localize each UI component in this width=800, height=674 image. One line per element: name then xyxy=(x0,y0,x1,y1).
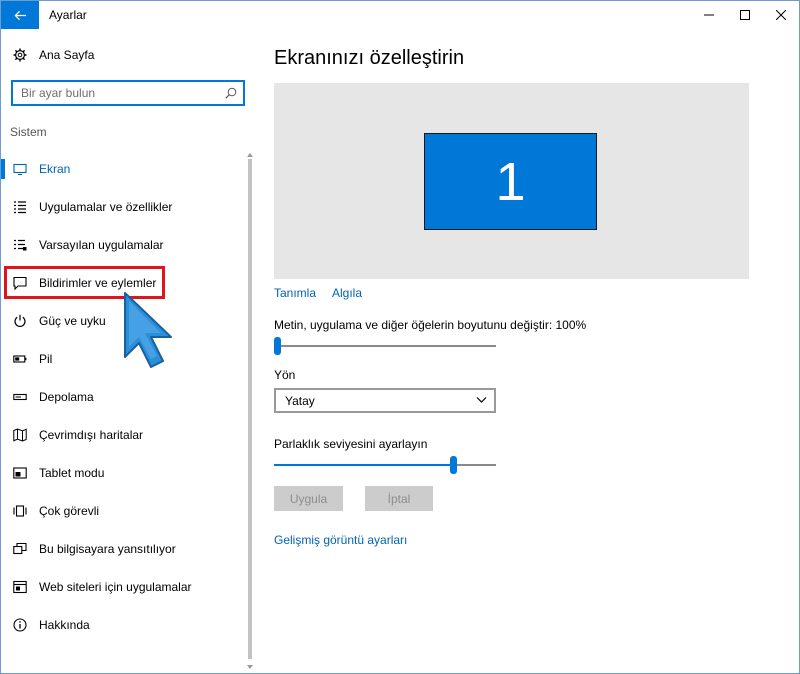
sidebar-item-label: Depolama xyxy=(39,390,94,404)
list-icon xyxy=(13,200,27,214)
title-bar: Ayarlar xyxy=(1,1,799,29)
main-content: Ekranınızı özelleştirin 1 Tanımla Algıla… xyxy=(257,29,799,673)
maximize-button[interactable] xyxy=(727,1,763,29)
search-box[interactable] xyxy=(11,80,245,106)
minimize-button[interactable] xyxy=(691,1,727,29)
back-arrow-icon xyxy=(13,10,26,20)
advanced-display-link[interactable]: Gelişmiş görüntü ayarları xyxy=(274,533,407,547)
orientation-label: Yön xyxy=(274,368,296,382)
orientation-value: Yatay xyxy=(285,394,315,408)
chevron-down-icon xyxy=(476,397,487,403)
tablet-icon xyxy=(13,466,27,480)
battery-icon xyxy=(13,352,27,366)
sidebar-item-apps[interactable]: Uygulamalar ve özellikler xyxy=(1,188,245,226)
cancel-button-label: İptal xyxy=(387,491,411,506)
web-apps-icon xyxy=(13,580,27,594)
map-icon xyxy=(13,428,27,442)
sidebar-item-label: Çevrimdışı haritalar xyxy=(39,428,144,442)
info-icon xyxy=(13,618,27,632)
scroll-up-icon[interactable] xyxy=(246,151,254,159)
sidebar-item-label: Çok görevli xyxy=(39,504,100,518)
sidebar-item-label: Pil xyxy=(39,352,53,366)
close-icon xyxy=(776,10,786,20)
search-input[interactable] xyxy=(21,85,221,101)
sidebar-item-storage[interactable]: Depolama xyxy=(1,378,245,416)
detect-link[interactable]: Algıla xyxy=(332,286,362,300)
sidebar-item-label: Varsayılan uygulamalar xyxy=(39,238,164,252)
sidebar-item-multitasking[interactable]: Çok görevli xyxy=(1,492,245,530)
sidebar-item-ekran[interactable]: Ekran xyxy=(1,150,245,188)
window-title: Ayarlar xyxy=(49,8,87,22)
pointer-arrow-icon xyxy=(124,292,172,368)
search-icon[interactable] xyxy=(225,87,237,99)
sidebar: Ana Sayfa Sistem Ekran Uygulamalar ve öz… xyxy=(1,29,257,673)
multitask-icon xyxy=(13,504,27,518)
project-icon xyxy=(13,542,27,556)
sidebar-item-label: Tablet modu xyxy=(39,466,105,480)
sidebar-item-label: Hakkında xyxy=(39,618,90,632)
gear-icon xyxy=(13,48,27,62)
scale-slider-thumb[interactable] xyxy=(274,337,281,355)
brightness-slider-thumb[interactable] xyxy=(450,456,458,474)
brightness-label: Parlaklık seviyesini ayarlayın xyxy=(274,437,428,451)
display-arrangement: 1 xyxy=(274,83,749,279)
sidebar-item-projecting[interactable]: Bu bilgisayara yansıtılıyor xyxy=(1,530,245,568)
cancel-button[interactable]: İptal xyxy=(365,486,433,511)
settings-window: Ayarlar Ana Sayfa Bir ayar bulun Sistem … xyxy=(0,0,800,674)
apply-button-label: Uygula xyxy=(289,491,328,506)
apply-button[interactable]: Uygula xyxy=(274,486,343,511)
orientation-dropdown[interactable]: Yatay xyxy=(274,388,496,413)
sidebar-item-label: Güç ve uyku xyxy=(39,314,106,328)
storage-icon xyxy=(13,390,27,404)
brightness-slider-fill xyxy=(274,464,454,466)
sidebar-item-label: Bu bilgisayara yansıtılıyor xyxy=(39,542,176,556)
power-icon xyxy=(13,314,27,328)
sidebar-item-default-apps[interactable]: Varsayılan uygulamalar xyxy=(1,226,245,264)
sidebar-item-web-apps[interactable]: Web siteleri için uygulamalar xyxy=(1,568,245,606)
sidebar-item-label: Uygulamalar ve özellikler xyxy=(39,200,173,214)
maximize-icon xyxy=(740,10,750,20)
sidebar-item-about[interactable]: Hakkında xyxy=(1,606,245,644)
default-apps-icon xyxy=(13,238,27,252)
home-link[interactable]: Ana Sayfa xyxy=(13,45,94,65)
home-label: Ana Sayfa xyxy=(39,48,95,62)
identify-link[interactable]: Tanımla xyxy=(274,286,316,300)
monitor-number: 1 xyxy=(495,151,526,212)
scrollbar-thumb[interactable] xyxy=(248,159,252,659)
sidebar-item-label: Web siteleri için uygulamalar xyxy=(39,580,192,594)
monitor-icon xyxy=(13,162,27,176)
scale-slider-track[interactable] xyxy=(274,345,496,347)
scale-label: Metin, uygulama ve diğer öğelerin boyutu… xyxy=(274,318,587,332)
monitor-tile[interactable]: 1 xyxy=(424,133,597,230)
sidebar-item-offline-maps[interactable]: Çevrimdışı haritalar xyxy=(1,416,245,454)
sidebar-item-label: Ekran xyxy=(39,162,71,176)
sidebar-item-tablet-mode[interactable]: Tablet modu xyxy=(1,454,245,492)
section-label: Sistem xyxy=(10,125,47,139)
scroll-down-icon[interactable] xyxy=(246,663,254,671)
back-button[interactable] xyxy=(1,1,39,29)
close-button[interactable] xyxy=(763,1,799,29)
page-title: Ekranınızı özelleştirin xyxy=(274,47,465,69)
minimize-icon xyxy=(704,14,714,16)
